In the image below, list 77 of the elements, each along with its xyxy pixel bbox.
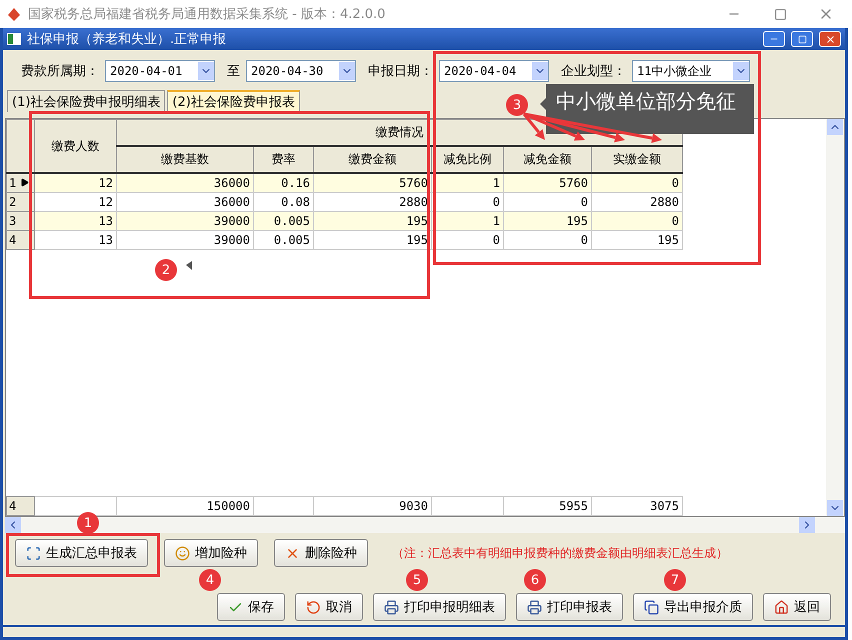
note-text: （注：汇总表中有明细申报费种的缴费金额由明细表汇总生成） [392,544,728,562]
printer-icon [384,600,399,614]
home-icon [774,600,789,614]
total-cell: 3075 [592,496,682,516]
table-cell: 195 [592,230,682,250]
column-header: 减免金额 [504,146,592,173]
table-cell: 195 [314,230,432,250]
smiley-icon [175,546,190,560]
footer-button[interactable]: 保存 [217,593,285,621]
table-cell: 13 [34,212,116,230]
table-cell: 12 [34,192,116,212]
footer-button[interactable]: 导出申报介质 [633,593,753,621]
dialog-title: 社保申报（养老和失业）.正常申报 [27,31,228,48]
table-cell: 195 [314,212,432,230]
filter-label: 申报日期： [368,63,433,80]
filter-label: 费款所属期： [21,63,99,80]
table-cell: 195 [504,212,592,230]
table-cell: 36000 [116,192,254,212]
frame-icon [26,546,41,560]
column-header: 费率 [254,146,314,173]
row-header: 4 [6,496,34,516]
column-header: 缴费金额 [314,146,432,173]
total-cell: 150000 [116,496,254,516]
callout-pointer-icon [540,98,546,110]
action-button[interactable]: 生成汇总申报表 [15,539,148,567]
column-header: 缴费人数 [34,120,116,173]
filter-label: 至 [227,63,240,80]
table-cell: 36000 [116,173,254,192]
current-row-icon [20,178,30,187]
column-header: 减免比例 [432,146,504,173]
close-icon [824,34,836,44]
table-cell: 0.08 [254,192,314,212]
filter-label: 企业划型： [561,63,626,80]
date-dropdown[interactable]: 2020-04-30 [246,60,356,82]
action-button[interactable]: 增加险种 [164,539,258,567]
table-cell: 5760 [314,173,432,192]
maximize-icon [798,34,806,44]
app-logo-icon [6,6,22,22]
column-header: 缴费基数 [116,146,254,173]
action-button[interactable]: 删除险种 [274,539,368,567]
tab[interactable]: (2)社会保险费申报表 [167,90,300,112]
table-cell: 0.16 [254,173,314,192]
date-dropdown[interactable]: 2020-04-01 [105,60,215,82]
app-title: 国家税务总局福建省税务局通用数据采集系统 - 版本：4.2.0.0 [28,6,386,23]
undo-icon [306,600,321,614]
table-cell: 0.005 [254,230,314,250]
table-cell: 0.005 [254,212,314,230]
minimize-button[interactable] [763,31,785,47]
callout-box: 中小微单位部分免征 [546,84,754,134]
printer-icon [527,600,542,614]
table-cell: 0 [504,230,592,250]
table-cell: 0 [592,173,682,192]
total-cell: 5955 [504,496,592,516]
table-cell: 2880 [592,192,682,212]
table-cell: 12 [34,173,116,192]
table-cell: 39000 [116,230,254,250]
footer-button[interactable]: 打印申报表 [516,593,623,621]
footer-button[interactable]: 返回 [763,593,831,621]
table-cell: 0 [592,212,682,230]
total-cell: 9030 [314,496,432,516]
tab[interactable]: (1)社会保险费申报明细表 [7,90,166,112]
date-dropdown[interactable]: 2020-04-04 [439,60,549,82]
close-button[interactable] [819,31,841,47]
table-cell: 0 [504,192,592,212]
vertical-scrollbar[interactable] [826,119,844,516]
column-header: 实缴金额 [592,146,682,173]
horizontal-scrollbar[interactable] [5,517,845,533]
pointer-icon [186,261,192,270]
date-dropdown[interactable]: 11中小微企业 [632,60,750,82]
maximize-button[interactable] [791,31,813,47]
footer-button[interactable]: 打印申报明细表 [373,593,506,621]
table-cell: 2880 [314,192,432,212]
window-icon [7,33,21,45]
table-cell: 39000 [116,212,254,230]
table-cell: 13 [34,230,116,250]
footer-button[interactable]: 取消 [295,593,363,621]
table-cell: 5760 [504,173,592,192]
